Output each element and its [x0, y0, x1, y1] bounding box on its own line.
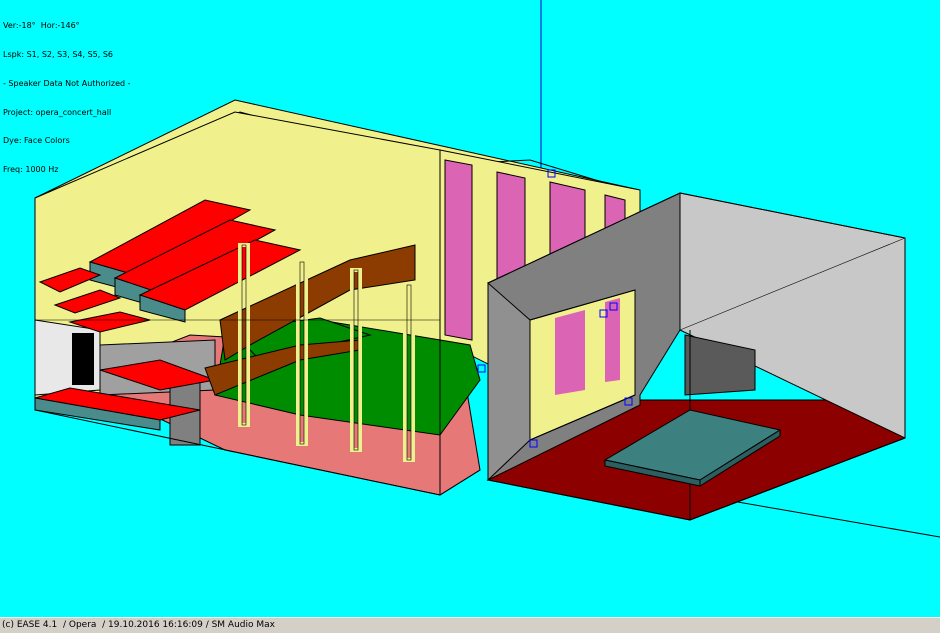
view-angle-label: Ver:-18° Hor:-146° [3, 21, 80, 31]
pink-panel-1 [444, 159, 473, 341]
frequency-label: Freq: 1000 Hz [3, 165, 59, 175]
portal-opening-pink [555, 310, 585, 395]
project-name-label: Project: opera_concert_hall [3, 107, 112, 117]
loudspeaker-icon[interactable] [477, 364, 486, 373]
room-model-3d [34, 0, 940, 538]
speaker-data-warning: - Speaker Data Not Authorized - [3, 78, 131, 88]
loudspeaker-list-label: Lspk: S1, S2, S3, S4, S5, S6 [3, 49, 114, 59]
dye-mode-label: Dye: Face Colors [3, 136, 70, 146]
status-bar-text: (c) EASE 4.1 / Opera / 19.10.2016 16:16:… [2, 620, 275, 630]
left-doorway [72, 333, 94, 385]
view-info-panel: Ver:-18° Hor:-146° Lspk: S1, S2, S3, S4,… [3, 2, 131, 194]
3d-viewport[interactable]: Ver:-18° Hor:-146° Lspk: S1, S2, S3, S4,… [0, 0, 940, 617]
status-bar: (c) EASE 4.1 / Opera / 19.10.2016 16:16:… [0, 617, 940, 633]
